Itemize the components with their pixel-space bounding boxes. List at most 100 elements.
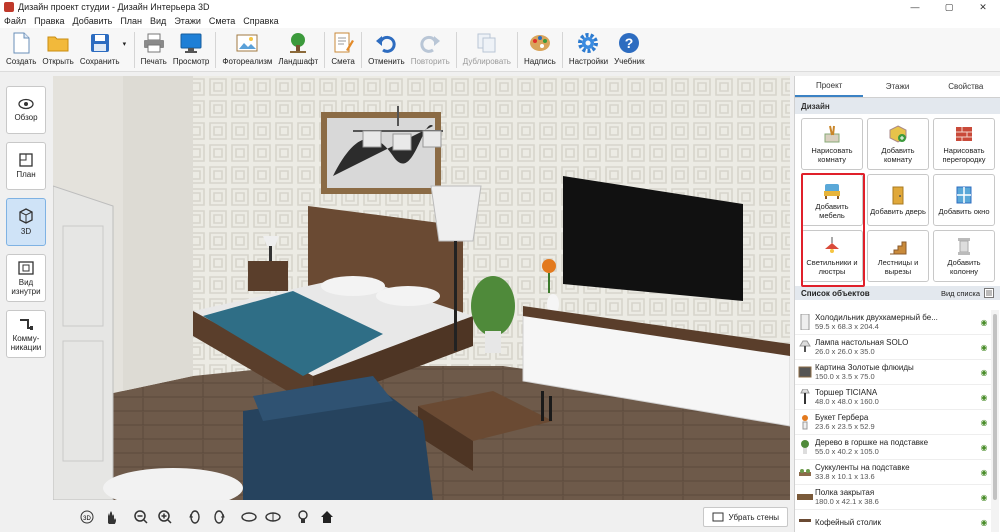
duplicate-button[interactable]: Дублировать	[460, 31, 514, 66]
door-icon	[892, 186, 904, 204]
rotate-right-icon[interactable]	[209, 507, 229, 527]
painting-icon	[797, 364, 813, 380]
visibility-eye-icon[interactable]: ◉	[977, 468, 991, 477]
menu-file[interactable]: Файл	[4, 16, 26, 26]
list-item[interactable]: Полка закрытая 180.0 x 42.1 x 38.6 ◉	[795, 485, 991, 510]
armchair-icon	[824, 184, 840, 199]
landscape-button[interactable]: Ландшафт	[275, 31, 321, 66]
visibility-eye-icon[interactable]: ◉	[977, 368, 991, 377]
coffee-table-icon	[797, 514, 813, 530]
add-furniture-button[interactable]: Добавить мебель	[801, 174, 863, 226]
tilt-up-icon[interactable]	[263, 507, 283, 527]
menu-estimate[interactable]: Смета	[209, 16, 235, 26]
visibility-eye-icon[interactable]: ◉	[977, 418, 991, 427]
utilities-button[interactable]: Комму-никации	[6, 310, 46, 358]
open-button[interactable]: Открыть	[39, 31, 76, 66]
list-item[interactable]: Торшер TICIANA 48.0 x 48.0 x 160.0 ◉	[795, 385, 991, 410]
overview-button[interactable]: Обзор	[6, 86, 46, 134]
list-item[interactable]: Кофейный столик ◉	[795, 510, 991, 532]
rotate-3d-icon[interactable]: 3D	[77, 507, 97, 527]
title-bar: Дизайн проект студии - Дизайн Интерьера …	[0, 0, 1000, 14]
home-icon[interactable]	[317, 507, 337, 527]
estimate-button[interactable]: Смета	[328, 31, 358, 66]
scrollbar-thumb[interactable]	[993, 314, 997, 500]
save-button[interactable]: Сохранить	[77, 31, 123, 66]
visibility-eye-icon[interactable]: ◉	[977, 443, 991, 452]
list-view-icon[interactable]	[984, 288, 994, 298]
floor-lamp-icon	[797, 389, 813, 405]
undo-button[interactable]: Отменить	[365, 31, 408, 66]
rotate-left-icon[interactable]	[185, 507, 205, 527]
save-dropdown-icon[interactable]: ▾	[123, 40, 131, 48]
add-room-button[interactable]: Добавить комнату	[867, 118, 929, 170]
lights-chandeliers-button[interactable]: Светильники и люстры	[801, 230, 863, 282]
minimize-button[interactable]: —	[898, 0, 932, 14]
tab-floors[interactable]: Этажи	[863, 76, 931, 97]
tutorial-button[interactable]: ? Учебник	[611, 31, 648, 66]
visibility-eye-icon[interactable]: ◉	[977, 493, 991, 502]
zoom-out-icon[interactable]	[131, 507, 151, 527]
zoom-in-icon[interactable]	[155, 507, 175, 527]
photo-icon	[235, 31, 259, 55]
tab-properties[interactable]: Свойства	[932, 76, 1000, 97]
draw-room-button[interactable]: Нарисовать комнату	[801, 118, 863, 170]
create-button[interactable]: Создать	[3, 31, 39, 66]
menu-view[interactable]: Вид	[150, 16, 166, 26]
visibility-eye-icon[interactable]: ◉	[977, 318, 991, 327]
3d-viewport[interactable]	[53, 76, 790, 500]
help-icon: ?	[617, 31, 641, 55]
light-bulb-icon[interactable]	[293, 507, 313, 527]
tilt-down-icon[interactable]	[239, 507, 259, 527]
toolbar-divider	[215, 32, 217, 68]
list-item[interactable]: Холодильник двухкамерный бе... 59.5 x 68.…	[795, 310, 991, 335]
succulents-icon	[797, 464, 813, 480]
draw-partition-button[interactable]: Нарисовать перегородку	[933, 118, 995, 170]
redo-button[interactable]: Повторить	[408, 31, 453, 66]
menu-edit[interactable]: Правка	[34, 16, 64, 26]
toolbar-divider	[324, 32, 326, 68]
pipes-icon	[20, 318, 33, 330]
maximize-button[interactable]: ▢	[932, 0, 966, 14]
print-button[interactable]: Печать	[138, 31, 170, 66]
add-door-button[interactable]: Добавить дверь	[867, 174, 929, 226]
visibility-eye-icon[interactable]: ◉	[977, 393, 991, 402]
menu-help[interactable]: Справка	[243, 16, 278, 26]
list-view-toggle[interactable]: Вид списка	[941, 289, 980, 298]
menu-add[interactable]: Добавить	[73, 16, 113, 26]
list-item[interactable]: Букет Гербера 23.6 x 23.5 x 52.9 ◉	[795, 410, 991, 435]
design-grid: Нарисовать комнату Добавить комнату Нари…	[795, 114, 1000, 286]
close-button[interactable]: ✕	[966, 0, 1000, 14]
labels-button[interactable]: Надпись	[521, 31, 559, 66]
pan-hand-icon[interactable]	[101, 507, 121, 527]
settings-button[interactable]: Настройки	[566, 31, 611, 66]
plan-button[interactable]: План	[6, 142, 46, 190]
photorealism-button[interactable]: Фотореализм	[219, 31, 275, 66]
stairs-cutouts-button[interactable]: Лестницы и вырезы	[867, 230, 929, 282]
undo-icon	[374, 31, 398, 55]
list-item[interactable]: Картина Золотые флюиды 150.0 x 3.5 x 75.0…	[795, 360, 991, 385]
floor-plan-icon	[19, 153, 33, 167]
list-item[interactable]: Лампа настольная SOLO 26.0 x 26.0 x 35.0 …	[795, 335, 991, 360]
tab-project[interactable]: Проект	[795, 76, 864, 97]
list-item[interactable]: Суккуленты на подставке 33.8 x 10.1 x 13.…	[795, 460, 991, 485]
room-view-icon	[18, 260, 34, 275]
remove-walls-button[interactable]: Убрать стены	[702, 507, 788, 527]
inside-view-button[interactable]: Вид изнутри	[6, 254, 46, 302]
fridge-icon	[797, 314, 813, 330]
room-render	[53, 76, 790, 500]
3d-view-button[interactable]: 3D	[6, 198, 46, 246]
visibility-eye-icon[interactable]: ◉	[977, 343, 991, 352]
window-icon	[956, 186, 972, 203]
visibility-eye-icon[interactable]: ◉	[977, 518, 991, 527]
list-item[interactable]: Дерево в горшке на подставке 55.0 x 40.2 …	[795, 435, 991, 460]
add-column-button[interactable]: Добавить колонну	[933, 230, 995, 282]
view-mode-bar: Обзор План 3D Вид изнутри Комму-никации	[0, 72, 52, 532]
objects-scrollbar[interactable]	[991, 310, 999, 532]
preview-button[interactable]: Просмотр	[170, 31, 213, 66]
menu-floors[interactable]: Этажи	[174, 16, 201, 26]
stairs-icon	[890, 241, 907, 255]
menu-plan[interactable]: План	[120, 16, 142, 26]
objects-list-header: Список объектов Вид списка	[795, 286, 1000, 300]
cube-icon	[19, 208, 33, 224]
add-window-button[interactable]: Добавить окно	[933, 174, 995, 226]
